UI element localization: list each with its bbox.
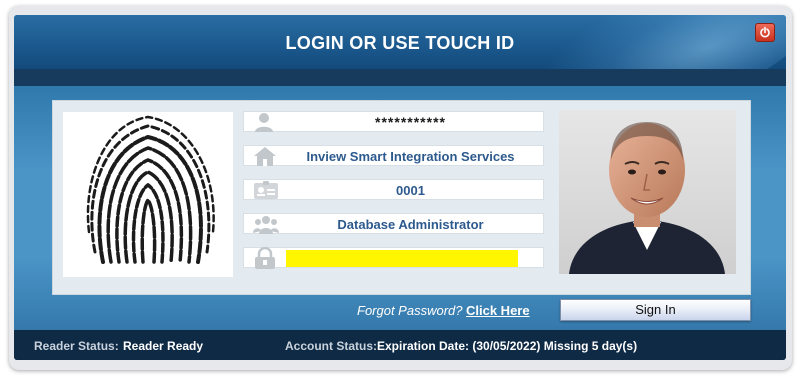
status-bar: Reader Status: Reader Ready Account Stat… (14, 330, 786, 360)
sign-in-button[interactable]: Sign In (560, 299, 751, 321)
password-input[interactable] (286, 250, 518, 267)
forgot-password-label: Forgot Password? (357, 303, 463, 318)
role-name: Database Administrator (337, 217, 484, 232)
window-title: LOGIN OR USE TOUCH ID (285, 33, 515, 53)
password-field[interactable] (243, 247, 544, 269)
user-icon (255, 113, 273, 132)
power-icon (760, 26, 770, 38)
user-photo (559, 110, 736, 274)
company-name: Inview Smart Integration Services (306, 149, 515, 164)
fingerprint-icon (86, 115, 215, 264)
credentials-panel: *********** Inview Smart Integration Ser… (52, 100, 751, 295)
id-number-field: 0001 (243, 179, 544, 200)
title-bar: LOGIN OR USE TOUCH ID (14, 15, 786, 69)
group-icon (253, 216, 279, 234)
id-card-icon (254, 181, 278, 199)
title-divider (14, 69, 786, 86)
user-photo-image (559, 110, 736, 274)
home-icon (254, 147, 276, 166)
reader-status-label: Reader Status: (34, 339, 119, 353)
username-value: *********** (375, 114, 446, 130)
reader-status-value: Reader Ready (123, 339, 204, 353)
account-status-value: Expiration Date: (30/05/2022) Missing 5 … (377, 339, 638, 353)
login-window: LOGIN OR USE TOUCH ID *********** Inview… (14, 15, 786, 360)
fingerprint-scanner[interactable] (63, 112, 233, 277)
id-number: 0001 (396, 183, 425, 198)
close-button[interactable] (755, 23, 775, 42)
account-status-label: Account Status: (285, 339, 378, 353)
username-field[interactable]: *********** (243, 111, 544, 132)
forgot-password-link[interactable]: Click Here (466, 303, 530, 318)
login-body: *********** Inview Smart Integration Ser… (14, 86, 786, 330)
role-field: Database Administrator (243, 213, 544, 234)
company-field: Inview Smart Integration Services (243, 145, 544, 166)
lock-icon (255, 247, 275, 269)
